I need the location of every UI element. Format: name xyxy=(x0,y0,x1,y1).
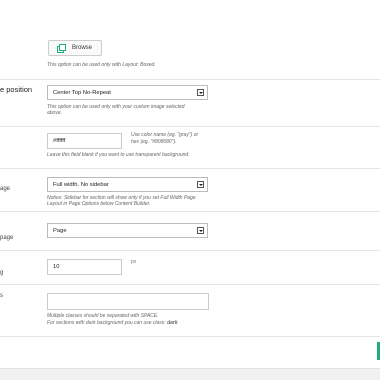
label-sidebar: age xyxy=(0,186,11,192)
chevron-down-icon xyxy=(197,181,204,188)
row-padding: g 10 px xyxy=(0,250,380,285)
label-page: page xyxy=(0,235,14,241)
image-icon xyxy=(57,43,66,53)
browse-button[interactable]: Browse xyxy=(48,40,102,56)
row-background-color: #ffffff Use color name (eg. "gray") or h… xyxy=(0,126,380,169)
padding-input-value: 10 xyxy=(53,264,60,270)
label-background-position: e position xyxy=(0,85,33,94)
help-classes-line2-prefix: For sections with dark background you ca… xyxy=(47,320,168,326)
row-background-image: Browse This option can be used only with… xyxy=(0,0,380,80)
help-background-color: Leave this field blank if you want to us… xyxy=(47,152,190,158)
color-input-value: #ffffff xyxy=(53,138,66,144)
label-classes: s xyxy=(0,293,3,299)
help-classes-line1: Multiple classes should be separated wit… xyxy=(47,313,159,319)
row-page: page Page xyxy=(0,211,380,251)
section-options-panel: Browse This option can be used only with… xyxy=(0,0,380,369)
row-sidebar: age Full width. No sidebar Notice: Sideb… xyxy=(0,168,380,212)
page-select-value: Page xyxy=(53,227,67,234)
color-hint-line1: Use color name (eg. "gray") or xyxy=(131,132,199,138)
label-padding: g xyxy=(0,270,4,276)
padding-input[interactable]: 10 xyxy=(47,259,122,275)
row-classes: s Multiple classes should be separated w… xyxy=(0,284,380,337)
position-select-value: Center Top No-Repeat xyxy=(53,89,111,96)
sidebar-select-value: Full width. No sidebar xyxy=(53,181,109,188)
chevron-down-icon xyxy=(197,227,204,234)
padding-unit: px xyxy=(131,259,137,265)
help-background-image: This option can be used only with Layout… xyxy=(47,62,156,68)
help-classes-dark-class: dark xyxy=(167,320,178,326)
page-select[interactable]: Page xyxy=(47,223,208,238)
chevron-down-icon xyxy=(197,89,204,96)
position-select[interactable]: Center Top No-Repeat xyxy=(47,85,208,100)
help-classes-line2: For sections with dark background you ca… xyxy=(47,320,178,327)
help-sidebar-line2: Layout in Page Options below Content Bui… xyxy=(47,201,151,207)
sidebar-select[interactable]: Full width. No sidebar xyxy=(47,177,208,192)
help-position-line2: above. xyxy=(47,110,63,116)
browse-label: Browse xyxy=(72,45,93,51)
help-position-line1: This option can be used only with your c… xyxy=(47,104,185,110)
color-hint-line2: hex (eg. "#808080"). xyxy=(131,139,177,145)
classes-input[interactable] xyxy=(47,293,209,310)
row-background-position: e position Center Top No-Repeat This opt… xyxy=(0,79,380,127)
color-input[interactable]: #ffffff xyxy=(47,133,122,149)
